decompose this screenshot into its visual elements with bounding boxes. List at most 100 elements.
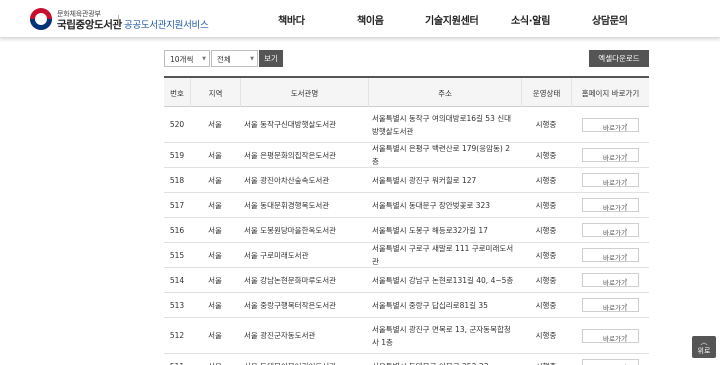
nav-item-chaekieum[interactable]: 책이음: [357, 12, 384, 27]
per-page-select[interactable]: 10개씩 ▼: [164, 50, 210, 67]
cell-address: 서울특별시 도봉구 해등로32가길 17: [372, 225, 488, 235]
cell-status: 시행중: [535, 331, 557, 340]
scroll-top-button[interactable]: ︿ 위로: [692, 336, 716, 358]
chevron-right-icon: ›: [624, 251, 628, 259]
column-header-address: 주소: [368, 78, 521, 107]
homepage-link-button[interactable]: 바로가기›: [581, 273, 639, 287]
cell-status: 시행중: [535, 200, 557, 210]
table-row: 515 서울 서울 구로미래도서관 서울특별시 구로구 새말로 111 구로미래도서관…: [164, 243, 649, 268]
logo-divider: [118, 15, 119, 26]
cell-library-name: 서울 은평문화의집작은도서관: [244, 150, 337, 160]
cell-region: 서울: [208, 120, 222, 129]
cell-status: 시행중: [535, 300, 557, 310]
homepage-link-label: 바로가기: [603, 204, 627, 212]
cell-address: 서울특별시 동작구 여의대방로16길 53 신대방햇살도서관: [372, 113, 512, 136]
cell-number: 513: [169, 300, 185, 310]
cell-address: 서울특별시 구로구 새말로 111 구로미래도서관: [372, 244, 514, 266]
homepage-link-label: 바로가기: [603, 304, 627, 312]
column-header-library-name: 도서관명: [240, 78, 368, 107]
cell-status: 시행중: [535, 225, 557, 235]
cell-library-name: 서울 동대문휘경행복도서관: [244, 200, 330, 210]
column-header-number: 번호: [170, 89, 184, 98]
cell-number: 512: [169, 331, 185, 340]
table-row: 511서울서울 동대문이문어린이도서관서울특별시 동대문구 이문로 253-23…: [164, 354, 649, 365]
homepage-link-label: 바로가기: [603, 179, 627, 187]
table-row: 514 서울 서울 강남논현문화마루도서관 서울특별시 강남구 논현로131길 40,…: [164, 268, 649, 293]
cell-homepage: 바로가기›: [571, 193, 649, 217]
cell-address: 서울특별시 동대문구 장안벚꽃로 323: [372, 200, 491, 210]
site-header: 문화체육관광부 국립중앙도서관 공공도서관지원서비스 책바다 책이음 기술지원센…: [0, 0, 720, 38]
table-body: 520 서울 서울 동작구신대방햇살도서관 서울특별시 동작구 여의대방로16길 53…: [164, 107, 649, 365]
cell-region: 서울: [208, 275, 222, 285]
cell-number: 511: [164, 354, 190, 365]
cell-region: 서울: [208, 175, 222, 185]
chevron-right-icon: ›: [624, 176, 628, 184]
excel-download-button[interactable]: 엑셀다운로드: [589, 50, 649, 67]
arrow-up-icon: ︿: [700, 338, 708, 346]
cell-number: 519: [169, 150, 185, 160]
region-value: 전체: [217, 55, 231, 64]
service-name[interactable]: 공공도서관지원서비스: [124, 17, 209, 31]
cell-number: 518: [169, 175, 185, 185]
cell-homepage: 바로가기›: [571, 293, 649, 317]
homepage-link-button[interactable]: 바로가기›: [581, 148, 639, 162]
chevron-right-icon: ›: [624, 331, 628, 340]
cell-number: 517: [169, 200, 185, 210]
scroll-top-label: 위로: [697, 347, 711, 355]
cell-homepage: 바로가기›: [571, 318, 649, 353]
chevron-right-icon: ›: [624, 276, 628, 284]
cell-address: 서울특별시 강남구 논현로131길 40, 4~5층: [372, 275, 514, 285]
cell-number: 520: [169, 120, 185, 129]
cell-region: 서울: [208, 200, 222, 210]
cell-homepage: 바로가기›: [571, 107, 649, 142]
cell-region: 서울: [208, 150, 222, 160]
column-header-status: 운영상태: [521, 78, 571, 107]
cell-homepage: 바로가기›: [571, 354, 649, 365]
nav-item-chaekbada[interactable]: 책바다: [278, 12, 305, 27]
cell-address: 서울특별시 중랑구 답십리로81길 35: [372, 300, 488, 310]
cell-status: 시행중: [535, 150, 557, 160]
nav-item-consult[interactable]: 상담문의: [592, 12, 628, 27]
cell-region: 서울: [208, 300, 222, 310]
cell-region: 서울: [208, 250, 222, 260]
nav-item-tech-support[interactable]: 기술지원센터: [425, 12, 479, 27]
cell-library-name: 서울 광진아차산숲속도서관: [244, 175, 330, 185]
homepage-link-button[interactable]: 바로가기›: [581, 117, 639, 132]
library-logo-text[interactable]: 국립중앙도서관: [57, 17, 122, 32]
per-page-value: 10개씩: [170, 55, 194, 64]
view-button[interactable]: 보기: [259, 50, 283, 67]
region-select[interactable]: 전체 ▼: [211, 50, 258, 67]
cell-library-name: 서울 광진군자동도서관: [244, 331, 316, 340]
homepage-link-button[interactable]: 바로가기›: [581, 198, 639, 212]
cell-homepage: 바로가기›: [571, 168, 649, 192]
cell-status: 시행중: [535, 275, 557, 285]
homepage-link-button[interactable]: 바로가기›: [581, 248, 639, 262]
table-row: 518 서울 서울 광진아차산숲속도서관 서울특별시 광진구 워커힐로 127 시행중 바…: [164, 168, 649, 193]
cell-number: 515: [169, 250, 185, 260]
homepage-link-button[interactable]: 바로가기›: [581, 173, 639, 187]
nav-item-news[interactable]: 소식·알림: [511, 12, 550, 27]
chevron-right-icon: ›: [624, 226, 628, 234]
cell-number: 514: [169, 275, 185, 285]
chevron-right-icon: ›: [624, 151, 628, 159]
homepage-link-button[interactable]: 바로가기›: [581, 328, 639, 343]
cell-region: 서울: [208, 225, 222, 235]
cell-library-name: 서울 도봉원당마을한옥도서관: [244, 225, 337, 235]
homepage-link-label: 바로가기: [603, 334, 627, 343]
homepage-link-button[interactable]: 바로가기›: [581, 223, 639, 237]
homepage-link-button[interactable]: 바로가기›: [581, 298, 639, 312]
column-header-homepage: 홈페이지 바로가기: [571, 78, 649, 107]
chevron-right-icon: ›: [624, 201, 628, 209]
cell-status: 시행중: [535, 175, 557, 185]
cell-homepage: 바로가기›: [571, 268, 649, 292]
homepage-link-button[interactable]: 바로가기›: [581, 359, 639, 365]
cell-library-name: 서울 동대문이문어린이도서관: [240, 354, 368, 365]
table-row: 516 서울 서울 도봉원당마을한옥도서관 서울특별시 도봉구 해등로32가길 17 시…: [164, 218, 649, 243]
cell-address: 서울특별시 광진구 면목로 13, 군자동복합청사 1층: [372, 324, 511, 347]
chevron-down-icon: ▼: [250, 56, 254, 62]
table-header: 번호 지역 도서관명 주소 운영상태 홈페이지 바로가기: [164, 76, 649, 107]
cell-library-name: 서울 중랑구행복터작은도서관: [244, 300, 337, 310]
cell-status: 시행중: [535, 120, 557, 129]
government-emblem-icon[interactable]: [30, 8, 52, 30]
cell-status: 시행중: [521, 354, 571, 365]
